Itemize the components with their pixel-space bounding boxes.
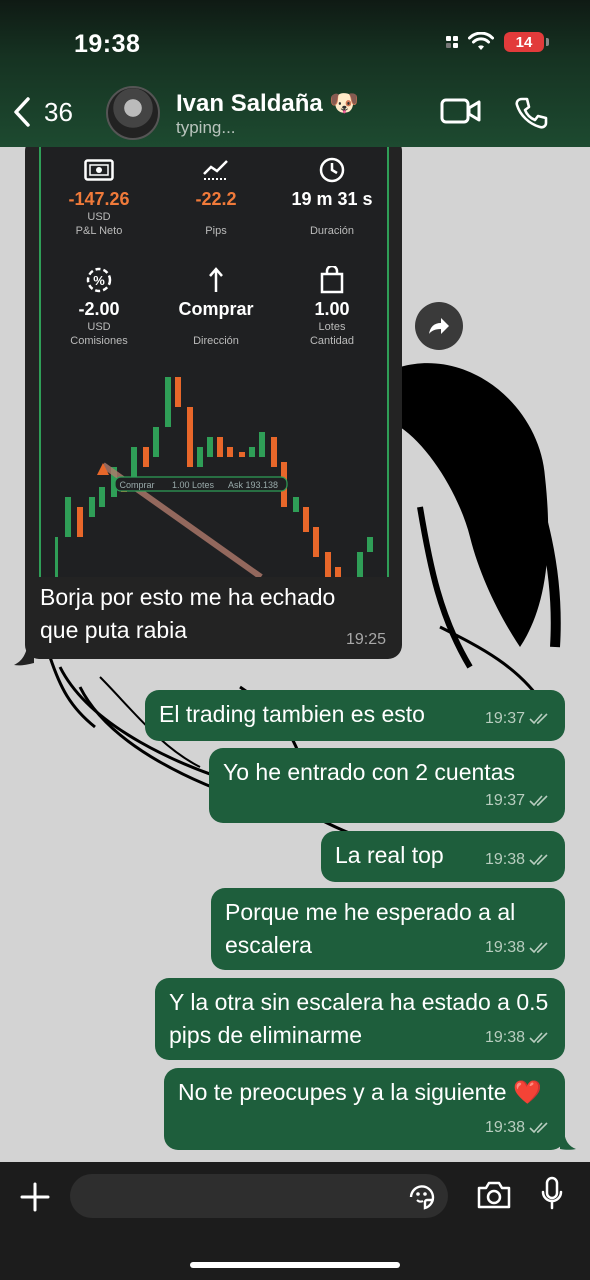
contact-status: typing... [176,118,236,137]
cash-icon [41,155,157,185]
double-check-icon [529,1121,548,1133]
forward-arrow-icon [429,318,449,334]
outgoing-message[interactable]: El trading tambien es esto 19:37 [145,690,565,741]
home-indicator [190,1262,400,1268]
double-check-icon [529,1031,548,1043]
unread-count: 36 [44,96,73,127]
sticker-icon[interactable] [408,1183,436,1211]
outgoing-message[interactable]: Yo he entrado con 2 cuentas 19:37 [209,748,565,823]
outgoing-message[interactable]: No te preocupes y a la siguiente ❤️ 19:3… [164,1068,565,1150]
incoming-message[interactable]: -147.26 USD P&L Neto -22.2 Pips 19 m 31 … [25,147,402,659]
svg-text:%: % [93,273,105,288]
forward-button[interactable] [415,302,463,350]
phone-call-icon[interactable] [514,96,548,130]
status-icons: 14 [446,32,549,52]
candlestick-chart: Comprar 1.00 Lotes Ask 193.138 [55,377,373,577]
chat-area[interactable]: -147.26 USD P&L Neto -22.2 Pips 19 m 31 … [0,147,590,1162]
double-check-icon [529,941,548,953]
signal-icon [446,36,458,48]
plus-icon[interactable] [20,1182,50,1212]
stat-duration: 19 m 31 s Duración [274,155,387,238]
chart-side-label: Comprar [119,480,154,490]
stat-pnl: -147.26 USD P&L Neto [41,155,157,238]
clock-icon [274,155,387,185]
microphone-icon[interactable] [540,1176,564,1212]
trade-screenshot[interactable]: -147.26 USD P&L Neto -22.2 Pips 19 m 31 … [39,147,389,577]
outgoing-message[interactable]: La real top 19:38 [321,831,565,882]
chat-header: 19:38 14 36 Ivan Saldaña 🐶 typing... [0,0,590,147]
double-check-icon [529,794,548,806]
chart-ask-label: Ask 193.138 [228,480,278,490]
stat-quantity: 1.00 Lotes Cantidad [274,265,387,348]
back-button[interactable]: 36 [12,96,73,128]
message-input[interactable] [70,1174,448,1218]
camera-icon[interactable] [476,1180,512,1210]
pips-chart-icon [158,155,274,185]
outgoing-message[interactable]: Porque me he esperado a al escalera 19:3… [211,888,565,970]
status-time: 19:38 [74,30,141,58]
wifi-icon [468,32,494,50]
arrow-up-icon [158,265,274,295]
bag-icon [274,265,387,295]
battery-indicator: 14 [504,32,549,52]
stat-commission: % -2.00 USD Comisiones [41,265,157,348]
contact-name[interactable]: Ivan Saldaña 🐶 [176,89,359,118]
chevron-left-icon [14,97,30,127]
composer-bar [0,1162,590,1280]
percent-icon: % [41,265,157,295]
double-check-icon [529,853,548,865]
double-check-icon [529,712,548,724]
message-text: Borja por esto me ha echado que puta rab… [40,584,336,643]
message-time: 19:25 [345,631,386,648]
stat-direction: Comprar Dirección [158,265,274,348]
outgoing-message[interactable]: Y la otra sin escalera ha estado a 0.5 p… [155,978,565,1060]
avatar[interactable] [106,86,160,140]
chart-lots-label: 1.00 Lotes [172,480,215,490]
stat-pips: -22.2 Pips [158,155,274,238]
bubble-tail [560,1131,576,1150]
video-call-icon[interactable] [440,96,482,126]
